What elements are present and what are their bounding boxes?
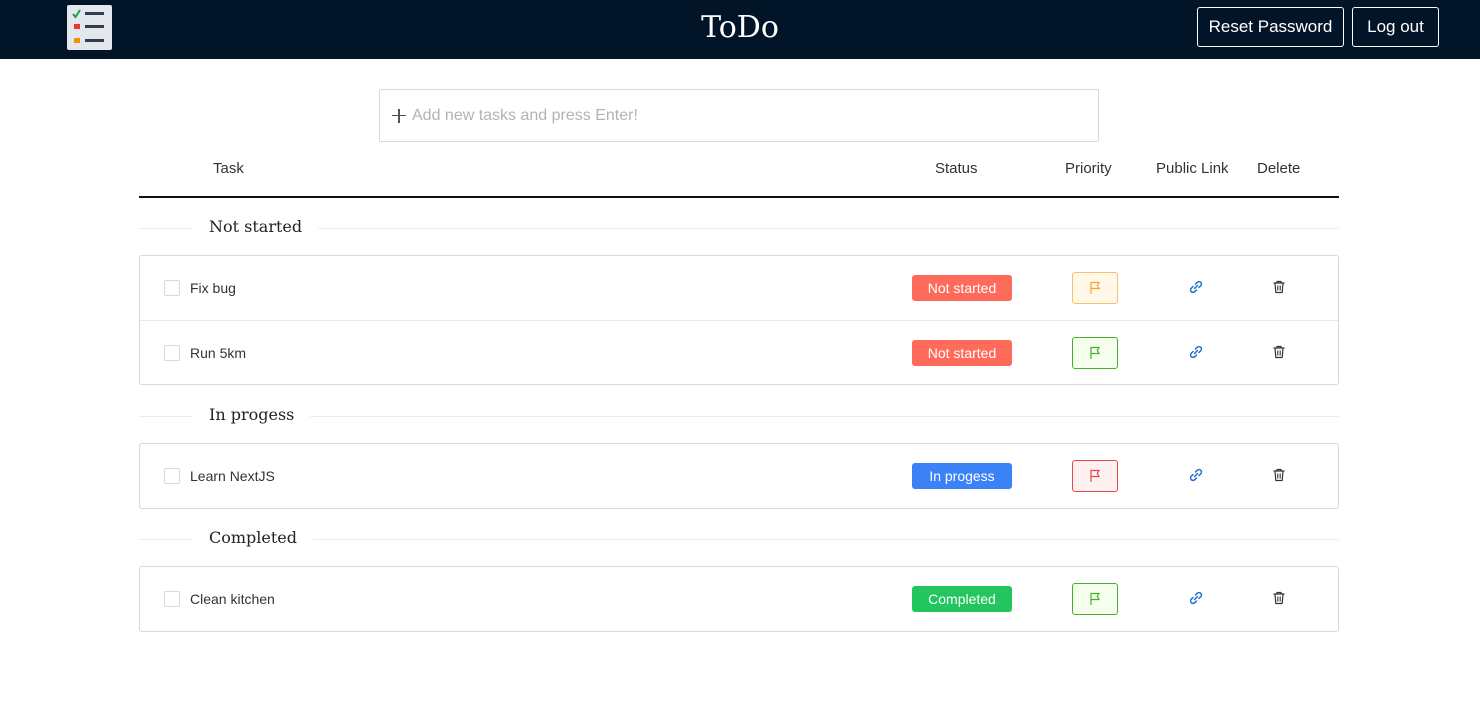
- task-title: Fix bug: [190, 280, 236, 296]
- add-task-input[interactable]: [412, 106, 1092, 125]
- status-badge[interactable]: Not started: [912, 275, 1012, 301]
- task-checkbox[interactable]: [164, 280, 180, 296]
- group-divider: [139, 416, 1339, 417]
- flag-icon: [1090, 469, 1101, 482]
- plus-icon: [392, 108, 406, 123]
- trash-icon[interactable]: [1271, 344, 1287, 360]
- link-icon[interactable]: [1187, 589, 1205, 607]
- logout-button[interactable]: Log out: [1352, 7, 1439, 47]
- link-icon[interactable]: [1187, 278, 1205, 296]
- link-icon[interactable]: [1187, 466, 1205, 484]
- priority-flag-button[interactable]: [1072, 583, 1118, 615]
- column-header-priority: Priority: [1065, 160, 1112, 177]
- flag-icon: [1090, 281, 1101, 294]
- task-group-completed: Clean kitchen Completed: [139, 566, 1339, 632]
- column-header-public-link: Public Link: [1156, 160, 1229, 177]
- priority-flag-button[interactable]: [1072, 337, 1118, 369]
- add-task-box[interactable]: [379, 89, 1099, 142]
- task-row: Run 5km Not started: [140, 320, 1338, 384]
- status-badge[interactable]: Completed: [912, 586, 1012, 612]
- task-checkbox[interactable]: [164, 468, 180, 484]
- task-checkbox[interactable]: [164, 345, 180, 361]
- top-navbar: ToDo Reset Password Log out: [0, 0, 1480, 59]
- flag-icon: [1090, 346, 1101, 359]
- group-title-not-started: Not started: [192, 216, 319, 238]
- task-title: Learn NextJS: [190, 468, 275, 484]
- column-header-status: Status: [935, 160, 978, 177]
- task-group-not-started: Fix bug Not started Run 5km Not started: [139, 255, 1339, 385]
- task-row: Clean kitchen Completed: [140, 567, 1338, 631]
- status-badge[interactable]: Not started: [912, 340, 1012, 366]
- column-header-task: Task: [213, 160, 244, 177]
- priority-flag-button[interactable]: [1072, 460, 1118, 492]
- reset-password-button[interactable]: Reset Password: [1197, 7, 1344, 47]
- trash-icon[interactable]: [1271, 467, 1287, 483]
- task-title: Run 5km: [190, 345, 247, 361]
- status-badge[interactable]: In progess: [912, 463, 1012, 489]
- group-title-in-progress: In progess: [192, 404, 311, 426]
- link-icon[interactable]: [1187, 343, 1205, 361]
- task-group-in-progress: Learn NextJS In progess: [139, 443, 1339, 509]
- priority-flag-button[interactable]: [1072, 272, 1118, 304]
- column-header-delete: Delete: [1257, 160, 1301, 177]
- group-divider: [139, 539, 1339, 540]
- task-row: Fix bug Not started: [140, 256, 1338, 320]
- task-title: Clean kitchen: [190, 591, 275, 607]
- trash-icon[interactable]: [1271, 590, 1287, 606]
- task-row: Learn NextJS In progess: [140, 444, 1338, 508]
- trash-icon[interactable]: [1271, 279, 1287, 295]
- group-divider: [139, 228, 1339, 229]
- group-title-completed: Completed: [192, 527, 314, 549]
- header-divider: [139, 196, 1339, 198]
- flag-icon: [1090, 592, 1101, 605]
- task-checkbox[interactable]: [164, 591, 180, 607]
